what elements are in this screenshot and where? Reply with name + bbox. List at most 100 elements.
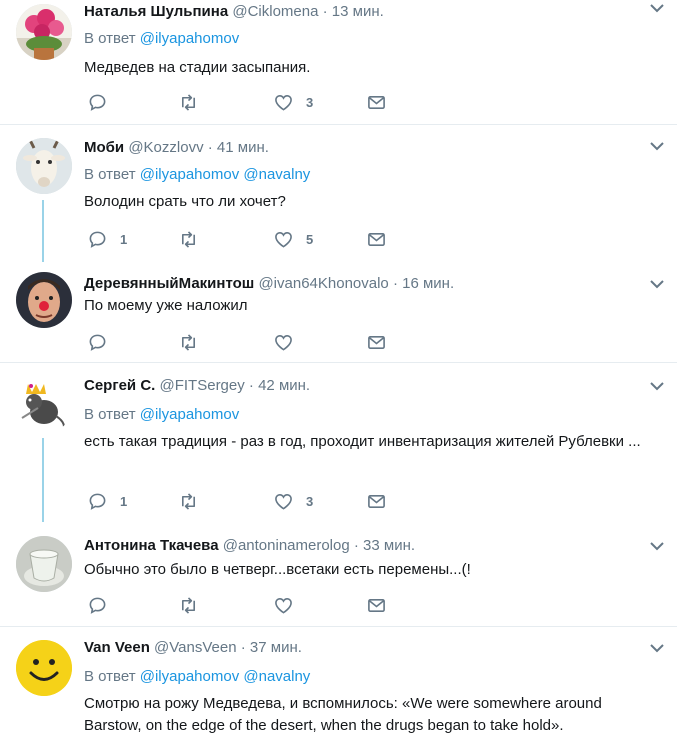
- tweet-text: Медведев на стадии засыпания.: [84, 59, 311, 76]
- thread-line: [42, 200, 44, 262]
- author-name[interactable]: Van Veen: [84, 639, 150, 656]
- like-count: 5: [306, 231, 314, 247]
- tweet[interactable]: Моби @Kozzlovv · 41 мин. В ответ @ilyapa…: [0, 134, 677, 262]
- author-name[interactable]: Сергей С.: [84, 377, 155, 394]
- separator: ·: [248, 377, 254, 394]
- separator: ·: [322, 3, 328, 20]
- mention-link[interactable]: @navalny: [243, 166, 310, 183]
- reply-context: В ответ @ilyapahomov: [84, 405, 239, 425]
- tweet[interactable]: Наталья Шульпина @Ciklomena · 13 мин. В …: [0, 0, 677, 124]
- tweet[interactable]: Сергей С. @FITSergey · 42 мин. В ответ @…: [0, 374, 677, 522]
- dm-button[interactable]: [367, 491, 386, 511]
- reply-button[interactable]: [88, 92, 120, 112]
- chevron-down-icon[interactable]: [649, 278, 665, 290]
- dm-button[interactable]: [367, 595, 386, 615]
- reply-icon: [89, 493, 106, 510]
- dm-button[interactable]: [367, 92, 386, 112]
- heart-icon: [275, 334, 292, 351]
- author-handle[interactable]: @Kozzlovv: [128, 139, 203, 156]
- reply-count: 1: [120, 231, 128, 247]
- divider: [0, 124, 677, 125]
- chevron-down-icon[interactable]: [649, 380, 665, 392]
- mention-link[interactable]: @ilyapahomov: [140, 166, 239, 183]
- timestamp[interactable]: 33 мин.: [363, 537, 415, 554]
- mention-link[interactable]: @navalny: [243, 668, 310, 685]
- tweet-actions: 3: [84, 92, 484, 112]
- like-button[interactable]: 3: [274, 491, 313, 511]
- chevron-down-icon[interactable]: [649, 540, 665, 552]
- chevron-down-icon[interactable]: [649, 2, 665, 14]
- separator: ·: [207, 139, 213, 156]
- heart-icon: [275, 94, 292, 111]
- reply-button[interactable]: 1: [88, 491, 127, 511]
- author-handle[interactable]: @FITSergey: [160, 377, 245, 394]
- reply-icon: [89, 94, 106, 111]
- tweet[interactable]: Van Veen @VansVeen · 37 мин. В ответ @il…: [0, 636, 677, 747]
- avatar[interactable]: [16, 272, 72, 328]
- avatar[interactable]: [16, 138, 72, 194]
- author-handle[interactable]: @Ciklomena: [232, 3, 318, 20]
- timestamp[interactable]: 41 мин.: [217, 139, 269, 156]
- reply-prefix: В ответ: [84, 166, 136, 183]
- author-handle[interactable]: @antoninamerolog: [223, 537, 350, 554]
- envelope-icon: [368, 232, 385, 246]
- divider: [0, 626, 677, 627]
- separator: ·: [392, 275, 398, 292]
- separator: ·: [240, 639, 246, 656]
- retweet-button[interactable]: [179, 595, 198, 615]
- avatar[interactable]: [16, 378, 72, 434]
- retweet-button[interactable]: [179, 92, 198, 112]
- author-name[interactable]: Антонина Ткачева: [84, 537, 219, 554]
- dm-button[interactable]: [367, 229, 386, 249]
- retweet-button[interactable]: [179, 491, 198, 511]
- reply-prefix: В ответ: [84, 406, 136, 423]
- avatar[interactable]: [16, 4, 72, 60]
- retweet-button[interactable]: [179, 332, 198, 352]
- timestamp[interactable]: 16 мин.: [402, 275, 454, 292]
- tweet-text: Володин срать что ли хочет?: [84, 193, 286, 210]
- author-name[interactable]: Наталья Шульпина: [84, 3, 228, 20]
- chevron-down-icon[interactable]: [649, 642, 665, 654]
- reply-icon: [89, 231, 106, 248]
- tweet-actions: 1 3: [84, 491, 484, 511]
- reply-button[interactable]: [88, 595, 120, 615]
- thread-line: [42, 438, 44, 522]
- tweet-text: есть такая традиция - раз в год, проходи…: [84, 433, 641, 450]
- reply-button[interactable]: [88, 332, 120, 352]
- timestamp[interactable]: 37 мин.: [250, 639, 302, 656]
- mention-link[interactable]: @ilyapahomov: [140, 30, 239, 47]
- tweet-text: Смотрю на рожу Медведева, и вспомнилось:…: [84, 695, 602, 734]
- author-handle[interactable]: @VansVeen: [154, 639, 237, 656]
- author-handle[interactable]: @ivan64Khonovalo: [258, 275, 388, 292]
- like-button[interactable]: [274, 332, 306, 352]
- reply-context: В ответ @ilyapahomov @navalny: [84, 667, 310, 687]
- like-count: 3: [306, 493, 314, 509]
- envelope-icon: [368, 335, 385, 349]
- separator: ·: [353, 537, 359, 554]
- like-button[interactable]: 5: [274, 229, 313, 249]
- envelope-icon: [368, 598, 385, 612]
- tweet[interactable]: ДеревянныйМакинтош @ivan64Khonovalo · 16…: [0, 268, 677, 362]
- retweet-icon: [181, 230, 196, 248]
- tweet[interactable]: Антонина Ткачева @antoninamerolog · 33 м…: [0, 532, 677, 626]
- tweet-actions: [84, 332, 484, 352]
- like-button[interactable]: 3: [274, 92, 313, 112]
- author-name[interactable]: ДеревянныйМакинтош: [84, 275, 254, 292]
- reply-button[interactable]: 1: [88, 229, 127, 249]
- mention-link[interactable]: @ilyapahomov: [140, 406, 239, 423]
- dm-button[interactable]: [367, 332, 386, 352]
- author-name[interactable]: Моби: [84, 139, 124, 156]
- timestamp[interactable]: 42 мин.: [258, 377, 310, 394]
- retweet-icon: [181, 93, 196, 111]
- chevron-down-icon[interactable]: [649, 140, 665, 152]
- tweet-actions: [84, 595, 484, 615]
- avatar[interactable]: [16, 536, 72, 592]
- reply-icon: [89, 597, 106, 614]
- tweet-text: Обычно это было в четверг...всетаки есть…: [84, 561, 471, 578]
- reply-context: В ответ @ilyapahomov: [84, 29, 239, 49]
- mention-link[interactable]: @ilyapahomov: [140, 668, 239, 685]
- retweet-button[interactable]: [179, 229, 198, 249]
- timestamp[interactable]: 13 мин.: [332, 3, 384, 20]
- like-button[interactable]: [274, 595, 306, 615]
- avatar[interactable]: [16, 640, 72, 696]
